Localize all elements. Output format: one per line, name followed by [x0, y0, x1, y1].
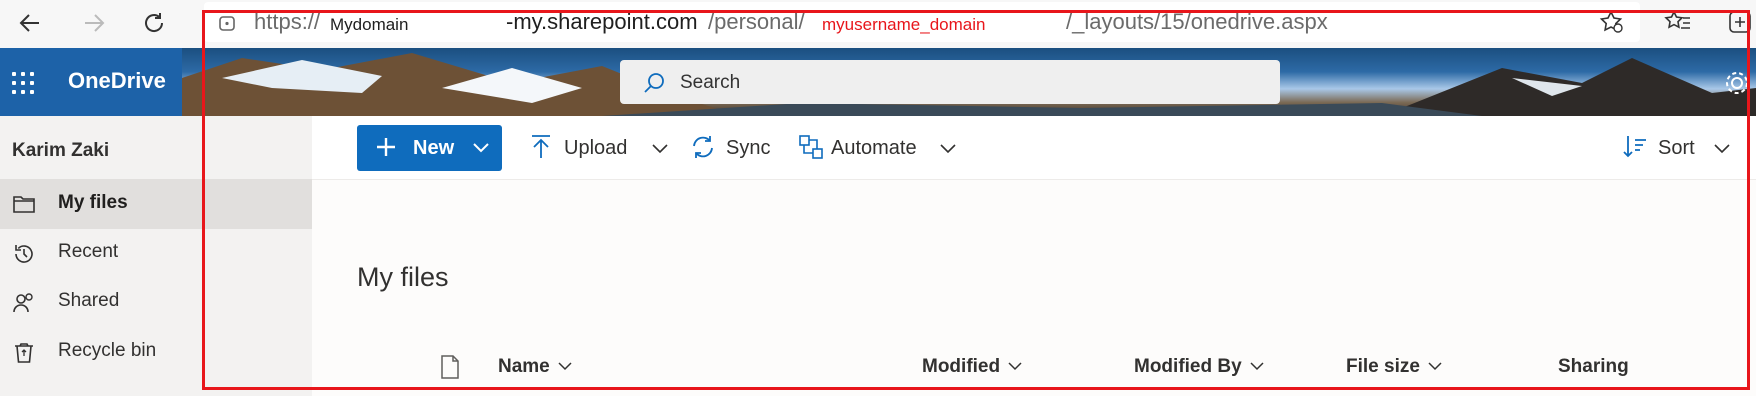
chevron-down-icon — [940, 144, 956, 154]
plus-icon — [377, 138, 395, 156]
sync-button[interactable]: Sync — [690, 128, 770, 168]
sidebar-item-recycle-bin[interactable]: Recycle bin — [0, 327, 312, 377]
history-icon — [15, 245, 33, 263]
sync-label: Sync — [726, 137, 771, 159]
page-title: My files — [357, 262, 449, 292]
sidebar-item-label: Recent — [58, 241, 119, 262]
chevron-down-icon — [1714, 144, 1730, 154]
sort-label: Sort — [1658, 137, 1695, 159]
lock-icon — [219, 16, 235, 31]
recycle-bin-icon — [15, 343, 33, 363]
sidebar-item-recent[interactable]: Recent — [0, 228, 312, 278]
column-header-modified[interactable]: Modified — [922, 356, 1022, 378]
forward-button[interactable] — [76, 5, 112, 41]
search-input[interactable]: Search — [620, 60, 1280, 104]
upload-button[interactable]: Upload — [530, 128, 670, 168]
back-button[interactable] — [12, 5, 48, 41]
gear-icon[interactable] — [1722, 68, 1752, 98]
new-button[interactable]: New — [357, 125, 502, 171]
sync-icon — [693, 136, 713, 158]
column-header-label: File size — [1346, 356, 1420, 377]
column-header-name[interactable]: Name — [498, 356, 572, 378]
column-header-label: Modified — [922, 356, 1001, 377]
sidebar-item-label: Recycle bin — [58, 340, 157, 361]
chevron-down-icon — [652, 144, 668, 154]
chevron-down-icon — [558, 362, 572, 371]
file-list-header: Name Modified Modified By File size Shar… — [312, 342, 1756, 396]
forward-arrow-icon — [85, 14, 105, 32]
address-bar[interactable]: https:// -my.sharepoint.com /personal/ /… — [204, 2, 1640, 42]
redacted-domain-label: Mydomain — [330, 15, 409, 34]
redacted-username-label: myusername_domain — [822, 15, 986, 34]
sidebar-item-shared[interactable]: Shared — [0, 277, 312, 327]
column-header-label: Sharing — [1558, 356, 1629, 377]
column-header-label: Modified By — [1134, 356, 1242, 377]
people-icon — [13, 293, 33, 313]
url-path-layouts: /_layouts/15/onedrive.aspx — [1066, 9, 1328, 34]
app-launcher-icon[interactable] — [12, 72, 34, 94]
back-arrow-icon — [19, 14, 39, 32]
chevron-down-icon — [1250, 362, 1264, 371]
upload-arrow-icon — [532, 135, 550, 158]
search-icon — [644, 73, 664, 93]
column-header-sharing[interactable]: Sharing — [1558, 356, 1629, 378]
search-placeholder: Search — [680, 72, 741, 93]
url-path-personal: /personal/ — [708, 9, 805, 34]
app-name[interactable]: OneDrive — [68, 68, 166, 94]
favorites-icon[interactable] — [1664, 8, 1692, 36]
automate-button[interactable]: Automate — [798, 128, 968, 168]
url-host: -my.sharepoint.com — [506, 9, 698, 34]
sort-button[interactable]: Sort — [1622, 128, 1732, 168]
automate-flow-icon — [799, 135, 823, 159]
user-name: Karim Zaki — [12, 140, 110, 161]
favorite-add-icon[interactable] — [1598, 8, 1626, 36]
refresh-button[interactable] — [136, 5, 172, 41]
column-header-label: Name — [498, 356, 550, 377]
sidebar-item-label: Shared — [58, 290, 120, 311]
column-header-modified-by[interactable]: Modified By — [1134, 356, 1264, 378]
folder-icon — [13, 196, 35, 213]
collections-icon[interactable] — [1726, 8, 1754, 36]
file-type-icon[interactable] — [440, 354, 460, 380]
chevron-down-icon — [473, 143, 489, 153]
refresh-icon — [145, 13, 164, 32]
chevron-down-icon — [1008, 362, 1022, 371]
automate-label: Automate — [831, 137, 917, 159]
new-button-label: New — [413, 137, 455, 159]
command-bar: New Upload Sync Automate Sort — [312, 116, 1756, 180]
url-scheme: https:// — [254, 9, 321, 34]
browser-toolbar: https:// -my.sharepoint.com /personal/ /… — [0, 0, 1756, 48]
sort-icon — [1623, 136, 1646, 158]
column-header-file-size[interactable]: File size — [1346, 356, 1442, 378]
onedrive-brand-area: OneDrive — [0, 48, 182, 116]
chevron-down-icon — [1428, 362, 1442, 371]
sidebar-item-label: My files — [58, 192, 128, 213]
upload-label: Upload — [564, 137, 628, 159]
sidebar-item-my-files[interactable]: My files — [0, 179, 312, 229]
app-header: OneDrive Search — [0, 48, 1756, 116]
left-navigation: Karim Zaki My files Recent Shared Recycl… — [0, 116, 312, 396]
main-content: New Upload Sync Automate Sort My files N… — [312, 116, 1756, 396]
